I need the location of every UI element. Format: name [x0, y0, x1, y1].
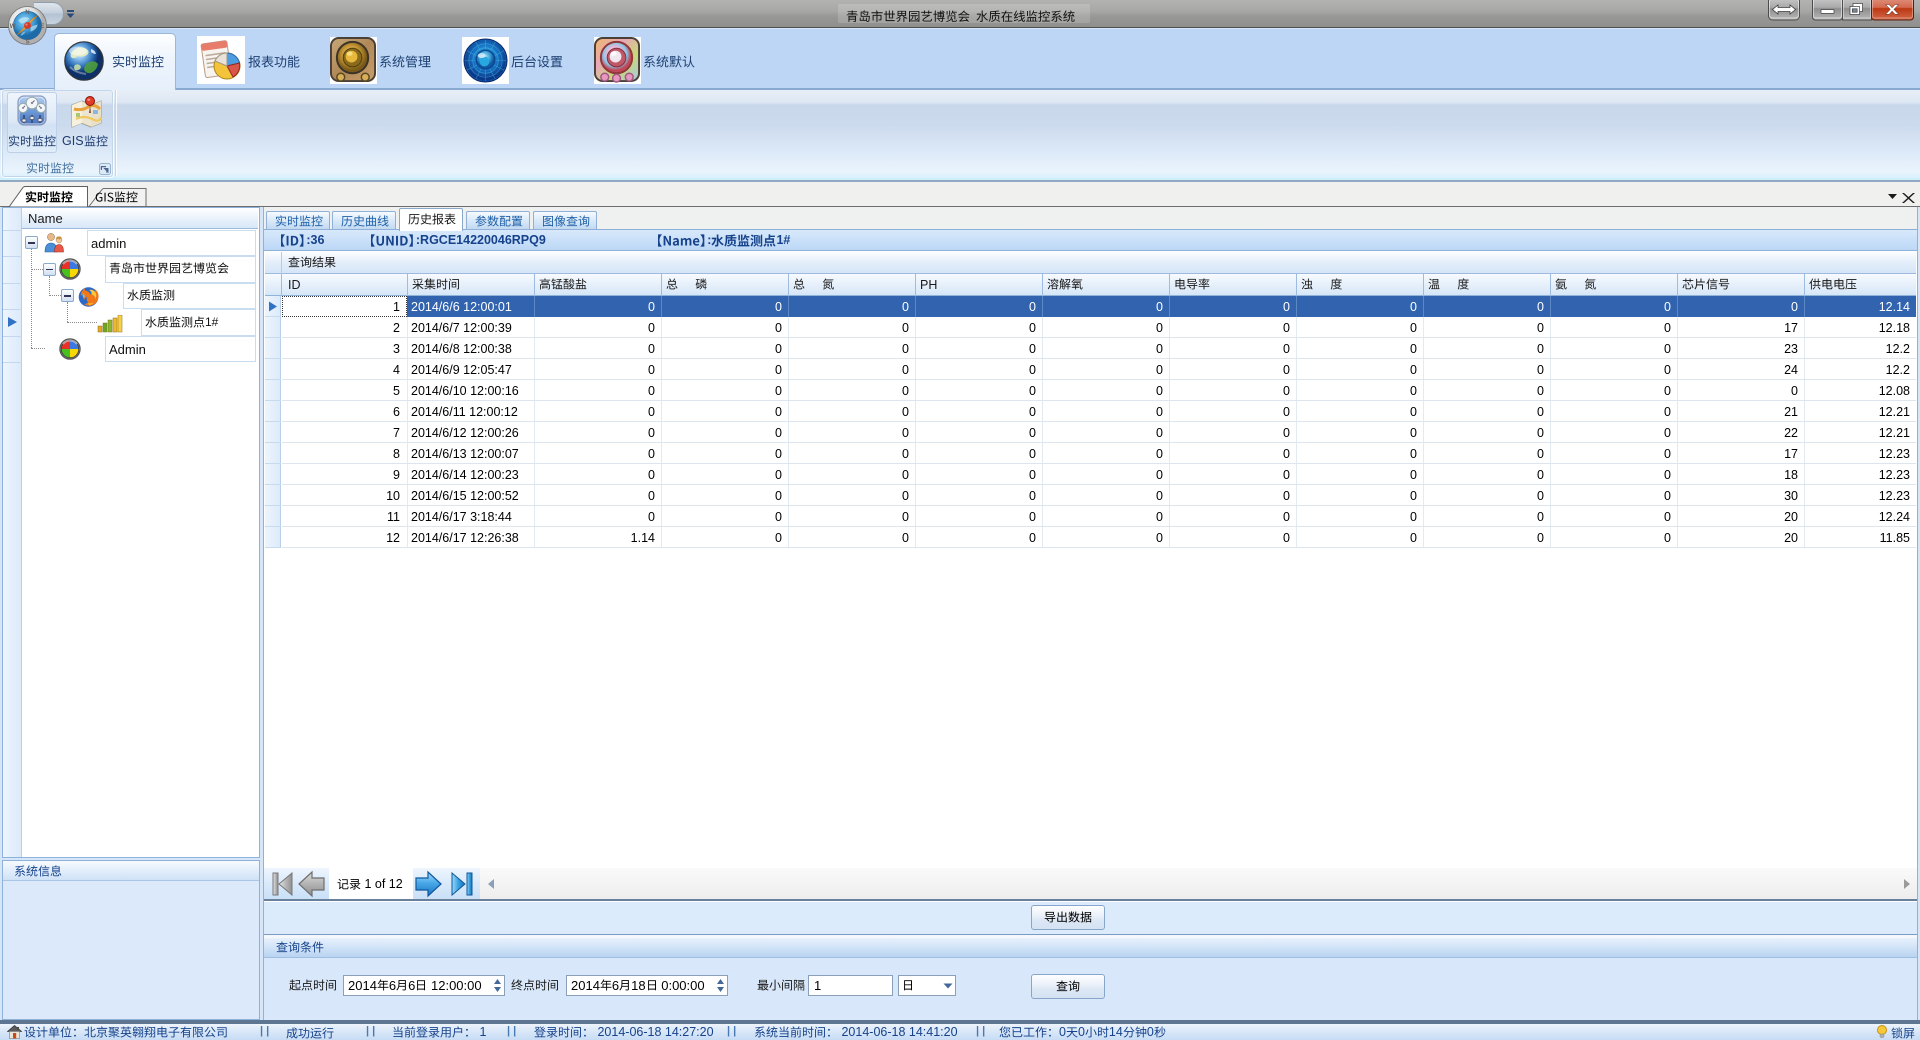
svg-text:S: S: [25, 38, 29, 45]
svg-text:W: W: [10, 23, 16, 30]
svg-text:N: N: [25, 9, 30, 16]
svg-text:E: E: [40, 23, 44, 30]
